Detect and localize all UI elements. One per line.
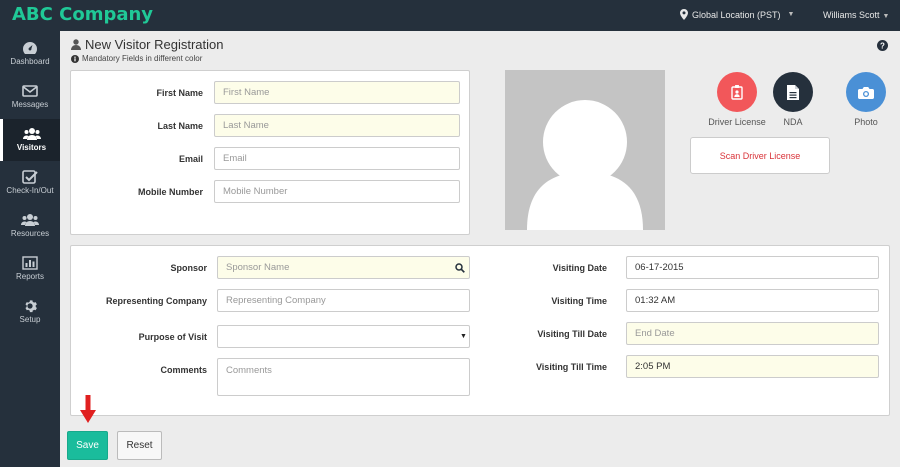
scan-driver-license-button[interactable]: Scan Driver License: [690, 137, 830, 174]
svg-text:?: ?: [880, 41, 885, 50]
top-bar: ABC Company Global Location (PST) ▼ Willi…: [0, 0, 900, 31]
sidebar-item-dashboard[interactable]: Dashboard: [0, 33, 60, 75]
map-marker-icon: [680, 9, 688, 20]
user-menu[interactable]: Williams Scott ▼: [823, 10, 889, 20]
page-title-text: New Visitor Registration: [85, 37, 224, 52]
users-icon: [22, 128, 41, 140]
help-icon[interactable]: ?: [877, 40, 888, 54]
visitor-info-panel: First Name Last Name Email Mobile Number: [70, 70, 470, 235]
sidebar-item-reports[interactable]: Reports: [0, 248, 60, 290]
sidebar-item-label: Reports: [15, 272, 44, 281]
camera-icon: [858, 86, 874, 99]
sidebar-item-label: Resources: [10, 229, 50, 238]
driver-license-button[interactable]: [717, 72, 757, 112]
nda-caption: NDA: [783, 117, 803, 127]
sidebar-item-label: Check-In/Out: [6, 186, 54, 195]
sidebar: Dashboard Messages Visitors Check-In/Out…: [0, 31, 60, 467]
chevron-down-icon: ▼: [882, 13, 890, 20]
comments-label: Comments: [160, 365, 207, 375]
bar-chart-icon: [22, 256, 38, 270]
email-field[interactable]: [214, 147, 460, 170]
brand-logo[interactable]: ABC Company: [12, 4, 153, 25]
visiting-date-label: Visiting Date: [552, 263, 607, 273]
visiting-time-label: Visiting Time: [551, 296, 607, 306]
page-subtitle: Mandatory Fields in different color: [71, 54, 202, 63]
sponsor-label: Sponsor: [170, 263, 207, 273]
first-name-label: First Name: [156, 88, 203, 98]
first-name-input[interactable]: [214, 81, 460, 104]
page-title: New Visitor Registration: [71, 37, 223, 52]
purpose-of-visit-label: Purpose of Visit: [138, 332, 207, 342]
id-badge-icon: [731, 85, 743, 100]
visiting-till-time-input[interactable]: [626, 355, 879, 378]
check-square-icon: [22, 170, 38, 184]
representing-company-label: Representing Company: [105, 296, 207, 306]
location-label: Global Location (PST): [692, 9, 781, 20]
last-name-label: Last Name: [157, 121, 203, 131]
visiting-till-date-input[interactable]: [626, 322, 879, 345]
sidebar-item-visitors[interactable]: Visitors: [0, 119, 60, 161]
page-subtitle-text: Mandatory Fields in different color: [82, 54, 203, 63]
visiting-till-time-label: Visiting Till Time: [535, 362, 607, 372]
sidebar-item-label: Messages: [11, 100, 49, 109]
photo-caption: Photo: [854, 117, 878, 127]
sidebar-item-resources[interactable]: Resources: [0, 205, 60, 247]
users-group-icon: [21, 214, 39, 226]
reset-button[interactable]: Reset: [117, 431, 162, 460]
document-icon: [787, 84, 799, 100]
sidebar-item-label: Setup: [19, 315, 41, 324]
save-button[interactable]: Save: [67, 431, 108, 460]
email-label: Email: [178, 154, 203, 164]
user-name: Williams Scott: [823, 10, 880, 20]
info-icon: [71, 54, 79, 63]
dashboard-icon: [23, 42, 37, 54]
envelope-icon: [22, 85, 38, 97]
mobile-number-input[interactable]: [214, 180, 460, 203]
location-selector[interactable]: Global Location (PST) ▼: [680, 9, 794, 20]
chevron-down-icon: ▼: [787, 11, 795, 18]
arrow-down-icon: [80, 395, 96, 423]
last-name-input[interactable]: [214, 114, 460, 137]
visiting-time-input[interactable]: [626, 289, 879, 312]
avatar-placeholder-icon: [527, 100, 643, 230]
gear-icon: [25, 300, 37, 313]
main-content: New Visitor Registration Mandatory Field…: [60, 31, 900, 467]
visitor-photo: [505, 70, 665, 230]
visiting-till-date-label: Visiting Till Date: [537, 329, 607, 339]
visit-details-panel: Sponsor Representing Company Purpose of …: [70, 245, 890, 416]
sidebar-item-check-in-out[interactable]: Check-In/Out: [0, 162, 60, 204]
mobile-number-label: Mobile Number: [137, 187, 203, 197]
photo-button[interactable]: [846, 72, 886, 112]
nda-button[interactable]: [773, 72, 813, 112]
user-icon: [71, 39, 81, 50]
representing-company-input[interactable]: [217, 289, 470, 312]
sidebar-item-messages[interactable]: Messages: [0, 76, 60, 118]
purpose-of-visit-select[interactable]: [217, 325, 470, 348]
sidebar-item-label: Dashboard: [10, 57, 50, 66]
sidebar-item-setup[interactable]: Setup: [0, 291, 60, 333]
sponsor-input[interactable]: [217, 256, 470, 279]
visiting-date-input[interactable]: [626, 256, 879, 279]
comments-textarea[interactable]: [217, 358, 470, 396]
sidebar-item-label: Visitors: [16, 143, 47, 152]
